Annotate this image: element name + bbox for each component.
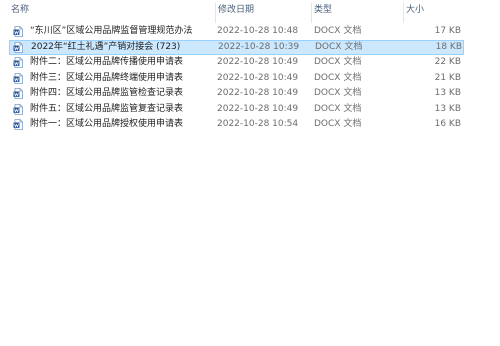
docx-file-icon — [13, 103, 23, 115]
column-header-type[interactable]: 类型 — [312, 3, 404, 23]
docx-file-icon — [13, 41, 23, 53]
file-modified-date: 2022-10-28 10:49 — [217, 88, 299, 98]
file-type: DOCX 文档 — [314, 119, 362, 129]
docx-file-icon — [13, 57, 23, 68]
file-type: DOCX 文档 — [314, 72, 362, 83]
file-row[interactable]: “东川区”区域公用品牌监督管理规范办法 2022-10-28 10:48 DOC… — [9, 24, 464, 39]
file-type: DOCX 文档 — [314, 103, 362, 114]
file-type: DOCX 文档 — [315, 41, 363, 52]
file-size: 13 KB — [434, 88, 461, 98]
column-header-row: 名称 修改日期 类型 大小 — [0, 0, 500, 23]
file-modified-date: 2022-10-28 10:54 — [217, 119, 299, 129]
column-header-date[interactable]: 修改日期 — [216, 3, 312, 23]
column-header-type-label: 类型 — [314, 5, 333, 15]
file-size: 18 KB — [435, 41, 462, 52]
docx-file-icon — [13, 119, 23, 130]
file-name: “东川区”区域公用品牌监督管理规范办法 — [30, 26, 193, 36]
file-size: 22 KB — [434, 57, 461, 67]
column-header-name-label: 名称 — [11, 5, 30, 15]
file-row[interactable]: 附件三：区域公用品牌终端使用申请表 2022-10-28 10:49 DOCX … — [9, 71, 464, 86]
file-modified-date: 2022-10-28 10:39 — [218, 41, 300, 52]
column-header-name[interactable]: 名称 — [9, 3, 216, 23]
file-row[interactable]: 附件一：区域公用品牌授权使用申请表 2022-10-28 10:54 DOCX … — [9, 117, 464, 132]
file-size: 21 KB — [434, 72, 461, 83]
column-header-size-label: 大小 — [406, 5, 425, 15]
file-modified-date: 2022-10-28 10:49 — [217, 72, 299, 83]
file-row[interactable]: 附件四：区域公用品牌监管检查记录表 2022-10-28 10:49 DOCX … — [9, 86, 464, 101]
file-row[interactable]: 附件二：区域公用品牌传播使用申请表 2022-10-28 10:49 DOCX … — [9, 55, 464, 70]
file-type: DOCX 文档 — [314, 26, 362, 36]
file-name: 附件四：区域公用品牌监管检查记录表 — [30, 88, 184, 98]
docx-file-icon — [13, 72, 23, 84]
file-modified-date: 2022-10-28 10:49 — [217, 57, 299, 67]
column-header-size[interactable]: 大小 — [404, 3, 466, 17]
file-name: 2022年“红土礼遇”产销对接会 (723) — [31, 41, 181, 52]
file-size: 13 KB — [434, 103, 461, 114]
file-size: 16 KB — [434, 119, 461, 129]
file-name: 附件三：区域公用品牌终端使用申请表 — [30, 72, 184, 83]
file-modified-date: 2022-10-28 10:48 — [217, 26, 299, 36]
file-modified-date: 2022-10-28 10:49 — [217, 103, 299, 114]
docx-file-icon — [13, 88, 23, 99]
file-row[interactable]: 2022年“红土礼遇”产销对接会 (723) 2022-10-28 10:39 … — [9, 39, 464, 55]
file-row[interactable]: 附件五：区域公用品牌监管复查记录表 2022-10-28 10:49 DOCX … — [9, 102, 464, 117]
file-name: 附件二：区域公用品牌传播使用申请表 — [30, 57, 184, 67]
docx-file-icon — [13, 26, 23, 37]
file-type: DOCX 文档 — [314, 57, 362, 67]
file-name: 附件五：区域公用品牌监管复查记录表 — [30, 103, 184, 114]
file-list-view: 名称 修改日期 类型 大小 “东川区”区域公用品牌监督管理规范办法 2022-1… — [0, 0, 500, 346]
file-size: 17 KB — [434, 26, 461, 36]
column-header-date-label: 修改日期 — [218, 5, 255, 15]
file-name: 附件一：区域公用品牌授权使用申请表 — [30, 119, 184, 129]
file-type: DOCX 文档 — [314, 88, 362, 98]
